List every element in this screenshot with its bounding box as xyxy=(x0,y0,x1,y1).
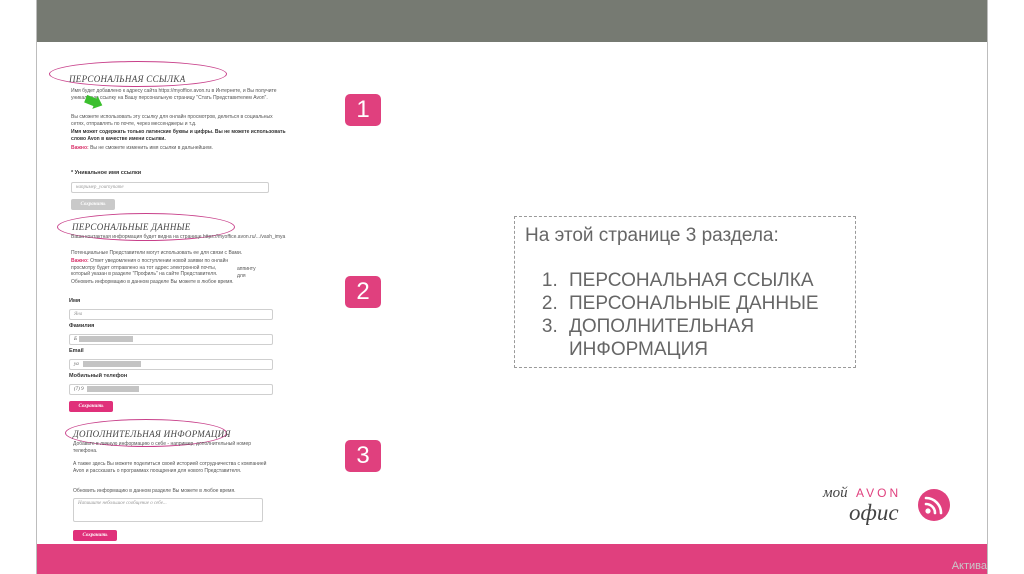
sections-list-item: ПЕРСОНАЛЬНАЯ ССЫЛКА xyxy=(563,269,845,292)
phone-label: Мобильный телефон xyxy=(69,373,128,379)
badge-3: 3 xyxy=(345,440,381,472)
section-3-text-2: А также здесь Вы можете поделиться своей… xyxy=(73,461,267,474)
section-1-text-3: Имя может содержать только латинские бук… xyxy=(71,129,286,142)
logo-avon: AVON xyxy=(856,486,902,500)
email-label: Email xyxy=(69,348,84,354)
section-2-warning: Важно: Ответ уведомления о поступлении н… xyxy=(71,258,229,277)
section-2-text-2: Потенциальные Представители могут исполь… xyxy=(71,250,243,256)
email-redaction xyxy=(83,361,141,367)
section-1-title: ПЕРСОНАЛЬНАЯ ССЫЛКА xyxy=(69,74,186,84)
top-bar xyxy=(37,0,987,42)
wifi-icon xyxy=(918,489,950,521)
form-screenshot: ПЕРСОНАЛЬНАЯ ССЫЛКА Имя будет добавлено … xyxy=(49,61,286,550)
surname-label: Фамилия xyxy=(69,323,95,329)
logo-moi: мой xyxy=(823,485,848,501)
presentation-slide: ПЕРСОНАЛЬНАЯ ССЫЛКА Имя будет добавлено … xyxy=(36,0,988,574)
save-personal-data-button[interactable]: Сохранить xyxy=(69,401,113,412)
sections-list-item: ПЕРСОНАЛЬНЫЕ ДАННЫЕ xyxy=(563,292,845,315)
section-3-text-3: Обновить информацию в данном разделе Вы … xyxy=(73,488,236,494)
sections-info-box: На этой странице 3 раздела: ПЕРСОНАЛЬНАЯ… xyxy=(514,216,856,368)
section-2-text-1: Ваша контактная информация будет видна н… xyxy=(71,234,286,240)
name-label: Имя xyxy=(69,298,81,304)
unique-link-input[interactable]: например_yournyname xyxy=(71,182,269,193)
phone-redaction xyxy=(87,386,139,392)
logo-ofis: офис xyxy=(849,500,899,525)
moi-avon-ofis-logo: мой AVON офис xyxy=(823,480,953,530)
sections-list-item: ДОПОЛНИТЕЛЬНАЯ ИНФОРМАЦИЯ xyxy=(563,315,845,361)
section-1-text-2: Вы сможете использовать эту ссылку для о… xyxy=(71,114,273,127)
section-2-side-text: аппинту для xyxy=(237,266,256,279)
badge-2: 2 xyxy=(345,276,381,308)
badge-1: 1 xyxy=(345,94,381,126)
info-box-heading: На этой странице 3 раздела: xyxy=(525,225,779,246)
section-2-title: ПЕРСОНАЛЬНЫЕ ДАННЫЕ xyxy=(72,222,191,232)
sections-list: ПЕРСОНАЛЬНАЯ ССЫЛКА ПЕРСОНАЛЬНЫЕ ДАННЫЕ … xyxy=(525,269,845,361)
about-me-textarea[interactable]: Напишите небольшое сообщение о себе... xyxy=(73,498,263,522)
save-link-button[interactable]: Сохранить xyxy=(71,199,115,210)
section-3-title: ДОПОЛНИТЕЛЬНАЯ ИНФОРМАЦИЯ xyxy=(73,429,231,439)
unique-link-label: * Уникальное имя ссылки xyxy=(71,170,142,176)
bottom-bar xyxy=(37,544,987,574)
surname-redaction xyxy=(79,336,133,342)
green-arrow-icon xyxy=(84,95,103,109)
name-input[interactable]: Яна xyxy=(69,309,273,320)
section-3-text-1: Добавьте в личную информацию о себе - на… xyxy=(73,441,252,454)
activation-watermark: Актива xyxy=(951,560,987,572)
section-2-text-3: Обновить информацию в данном разделе Вы … xyxy=(71,279,234,285)
section-1-warning: Важно: Вы не сможете изменить имя ссылки… xyxy=(71,145,213,151)
save-additional-info-button[interactable]: Сохранить xyxy=(73,530,117,541)
